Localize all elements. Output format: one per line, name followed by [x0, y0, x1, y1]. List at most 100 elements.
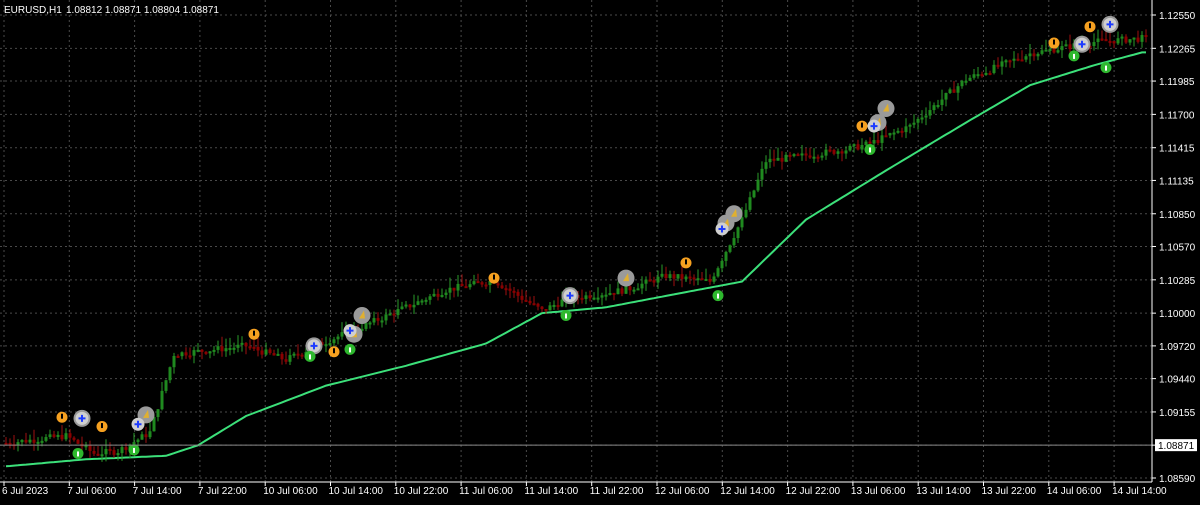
buy-signal-icon: [1100, 62, 1112, 74]
bear-candle: [1052, 49, 1056, 53]
bull-candle: [640, 283, 644, 289]
bull-candle: [632, 289, 636, 292]
bear-candle: [244, 342, 248, 347]
sell-signal-icon: [248, 328, 260, 340]
bull-candle: [764, 162, 768, 169]
bull-candle: [916, 118, 920, 123]
bull-candle: [232, 347, 236, 350]
bull-candle: [968, 77, 972, 81]
price-chart[interactable]: 1.12550 1.12265 1.11985 1.11700 1.11415 1.111…: [0, 0, 1200, 500]
bull-candle: [380, 320, 384, 323]
exit-signal-icon: [353, 306, 371, 324]
bear-candle: [1020, 59, 1024, 62]
bull-candle: [964, 80, 968, 83]
price-tick-label: 1.12265: [1159, 44, 1196, 55]
buy-signal-mark: [717, 293, 719, 299]
bull-candle: [456, 283, 460, 291]
bear-candle: [96, 453, 100, 456]
bull-candle: [1128, 39, 1132, 43]
bull-candle: [136, 439, 140, 443]
bear-candle: [248, 346, 252, 349]
sell-signal-mark: [493, 274, 495, 280]
sell-signal-icon: [1048, 37, 1060, 49]
bull-candle: [716, 268, 720, 277]
bull-candle: [760, 168, 764, 180]
buy-signal-mark: [77, 451, 79, 457]
time-tick-label: 11 Jul 06:00: [459, 486, 513, 497]
sell-signal-icon: [488, 272, 500, 284]
bear-candle: [996, 64, 1000, 67]
bear-candle: [988, 72, 992, 75]
time-tick-label: 11 Jul 22:00: [590, 486, 644, 497]
time-tick-label: 12 Jul 22:00: [786, 486, 841, 497]
bull-candle: [736, 227, 740, 239]
time-tick-label: 10 Jul 22:00: [394, 486, 449, 497]
bull-candle: [548, 305, 552, 311]
bear-candle: [648, 279, 652, 282]
price-tick-label: 1.11700: [1159, 110, 1195, 121]
bear-candle: [528, 300, 532, 304]
bear-candle: [680, 274, 684, 280]
bull-candle: [148, 431, 152, 438]
time-tick-label: 11 Jul 14:00: [524, 486, 578, 497]
bull-candle: [1096, 38, 1100, 43]
bull-candle: [600, 295, 604, 298]
bull-candle: [932, 105, 936, 111]
bull-candle: [1060, 46, 1064, 51]
time-tick-label: 13 Jul 06:00: [851, 486, 906, 497]
bear-candle: [476, 281, 480, 284]
buy-signal-icon: [864, 143, 876, 155]
bear-candle: [1104, 39, 1108, 42]
bull-candle: [328, 343, 332, 346]
bear-candle: [460, 283, 464, 287]
sell-signal-icon: [856, 120, 868, 132]
ohlc-values: 1.08812 1.08871 1.08804 1.08871: [66, 5, 219, 16]
bear-candle: [1108, 40, 1112, 43]
bull-candle: [168, 367, 172, 381]
bull-candle: [160, 390, 164, 410]
buy-signal-mark: [309, 354, 311, 360]
bull-candle: [384, 314, 388, 321]
bear-candle: [272, 353, 276, 356]
bull-candle: [56, 434, 60, 437]
bear-candle: [436, 293, 440, 297]
bull-candle: [908, 124, 912, 127]
bull-candle: [1040, 50, 1044, 54]
bull-candle: [20, 439, 24, 443]
sell-signal-mark: [1089, 23, 1091, 29]
bull-candle: [332, 339, 336, 344]
bull-candle: [972, 74, 976, 78]
buy-signal-mark: [869, 147, 871, 153]
bear-candle: [524, 299, 528, 302]
buy-signal-icon: [344, 343, 356, 355]
bear-candle: [772, 158, 776, 161]
bull-candle: [1116, 38, 1120, 44]
bull-candle: [812, 156, 816, 159]
bear-candle: [1112, 41, 1116, 44]
bear-candle: [32, 439, 36, 443]
time-tick-label: 13 Jul 22:00: [982, 486, 1037, 497]
price-tick-label: 1.11135: [1159, 176, 1194, 187]
bull-candle: [428, 296, 432, 300]
bull-candle: [288, 355, 292, 362]
time-tick-label: 7 Jul 14:00: [133, 486, 182, 497]
exit-signal-icon: [725, 205, 743, 223]
entry-signal-icon: [307, 339, 321, 353]
bull-candle: [340, 332, 344, 337]
bull-candle: [784, 154, 788, 162]
bear-candle: [88, 445, 92, 451]
bear-candle: [884, 135, 888, 138]
bull-candle: [848, 145, 852, 151]
sell-signal-icon: [56, 411, 68, 423]
bear-candle: [52, 434, 56, 437]
bull-candle: [924, 115, 928, 118]
chart-window[interactable]: 1.12550 1.12265 1.11985 1.11700 1.11415 1.111…: [0, 0, 1200, 500]
bull-candle: [40, 440, 44, 443]
bear-candle: [500, 285, 504, 289]
bull-candle: [864, 141, 868, 146]
bear-candle: [296, 353, 300, 356]
bear-candle: [284, 359, 288, 362]
bear-candle: [144, 434, 148, 438]
bull-candle: [552, 304, 556, 307]
bull-candle: [420, 300, 424, 303]
